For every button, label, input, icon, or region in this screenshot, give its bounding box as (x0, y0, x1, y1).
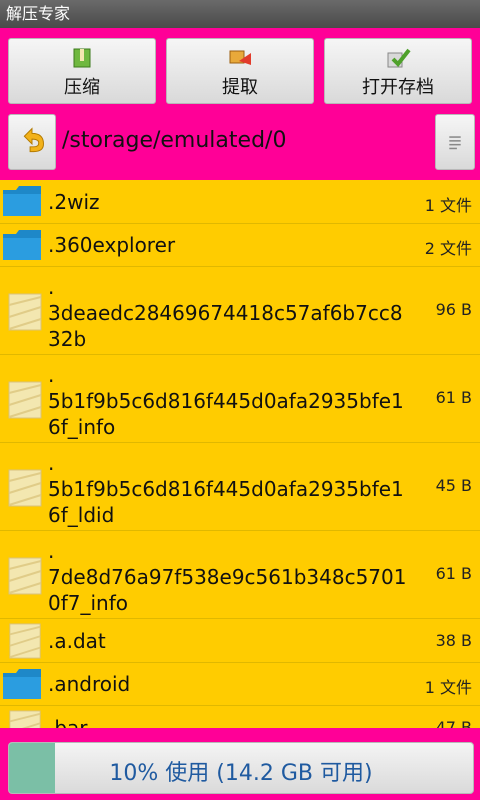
extract-button[interactable]: 提取 (166, 38, 314, 104)
compress-icon (73, 48, 91, 68)
file-name: . 7de8d76a97f538e9c561b348c5701 0f7_info (48, 539, 407, 615)
file-name: .android (48, 672, 131, 696)
file-name: .bar (48, 716, 88, 728)
file-size: 96 B (435, 300, 472, 319)
list-item[interactable]: .2wiz 1 文件 (0, 180, 480, 224)
list-item[interactable]: . 7de8d76a97f538e9c561b348c5701 0f7_info… (0, 531, 480, 619)
file-list[interactable]: .2wiz 1 文件 .360explorer 2 文件 . 3deaedc28… (0, 180, 480, 728)
storage-text: 10% 使用 (14.2 GB 可用) (109, 761, 373, 786)
list-item[interactable]: .a.dat 38 B (0, 619, 480, 663)
folder-icon (3, 230, 41, 260)
list-item[interactable]: .android 1 文件 (0, 663, 480, 706)
file-name: .360explorer (48, 233, 176, 257)
list-item[interactable]: . 3deaedc28469674418c57af6b7cc8 32b 96 B (0, 267, 480, 355)
file-size: 61 B (435, 388, 472, 407)
open-archive-label: 打开存档 (362, 77, 434, 98)
app-title: 解压专家 (0, 0, 480, 28)
back-button[interactable] (8, 114, 56, 170)
file-icon (8, 557, 42, 595)
list-item[interactable]: .bar 47 B (0, 706, 480, 728)
list-menu-icon (449, 136, 461, 150)
list-item[interactable]: . 5b1f9b5c6d816f445d0afa2935bfe1 6f_info… (0, 355, 480, 443)
folder-icon (3, 669, 41, 699)
file-size: 61 B (435, 564, 472, 583)
path-bar: /storage/emulated/0 (0, 108, 480, 180)
file-size: 45 B (435, 476, 472, 495)
file-size: 38 B (435, 631, 472, 650)
folder-icon (3, 186, 41, 216)
open-archive-button[interactable]: 打开存档 (324, 38, 472, 104)
file-size: 47 B (435, 718, 472, 728)
file-icon (8, 381, 42, 419)
back-arrow-icon (23, 127, 44, 153)
file-icon (9, 623, 41, 659)
file-name: .a.dat (48, 629, 106, 653)
toolbar: 压缩 提取 打开存档 (0, 28, 480, 108)
compress-label: 压缩 (64, 77, 100, 98)
list-item[interactable]: .360explorer 2 文件 (0, 224, 480, 267)
file-size: 1 文件 (424, 196, 472, 215)
extract-icon (229, 50, 251, 65)
file-icon (8, 293, 42, 331)
storage-bar[interactable]: 10% 使用 (14.2 GB 可用) (8, 742, 474, 794)
menu-button[interactable] (435, 114, 475, 170)
extract-label: 提取 (222, 77, 258, 98)
file-icon (9, 710, 41, 728)
file-name: . 5b1f9b5c6d816f445d0afa2935bfe1 6f_info (48, 363, 404, 439)
storage-footer: 10% 使用 (14.2 GB 可用) (0, 728, 480, 800)
file-icon (8, 469, 42, 507)
file-name: . 3deaedc28469674418c57af6b7cc8 32b (48, 275, 403, 351)
list-item[interactable]: . 5b1f9b5c6d816f445d0afa2935bfe1 6f_ldid… (0, 443, 480, 531)
compress-button[interactable]: 压缩 (8, 38, 156, 104)
open-archive-icon (387, 48, 411, 68)
file-size: 1 文件 (424, 678, 472, 697)
current-path: /storage/emulated/0 (62, 128, 287, 153)
file-name: .2wiz (48, 190, 100, 214)
file-size: 2 文件 (424, 239, 472, 258)
file-name: . 5b1f9b5c6d816f445d0afa2935bfe1 6f_ldid (48, 451, 404, 527)
